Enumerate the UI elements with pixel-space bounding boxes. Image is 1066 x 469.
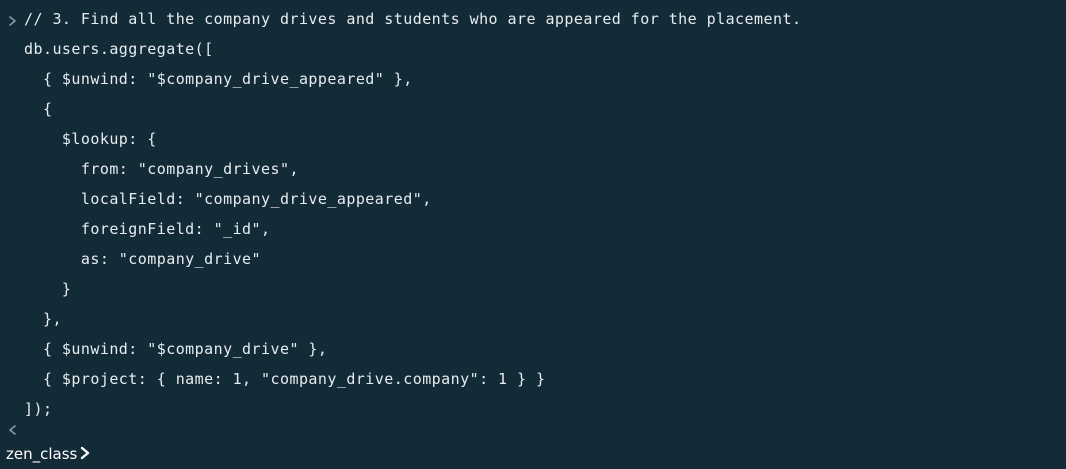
code-line: { $unwind: "$company_drive" }, — [24, 340, 328, 358]
code-line: { $project: { name: 1, "company_drive.co… — [24, 370, 546, 388]
code-line: as: "company_drive" — [24, 250, 262, 268]
code-line: $lookup: { — [24, 130, 157, 148]
chevron-right-icon — [9, 16, 16, 26]
code-line: }, — [24, 310, 62, 328]
code-comment: // 3. Find all the company drives and st… — [24, 10, 802, 28]
shell-prompt[interactable]: zen_class — [6, 441, 91, 467]
code-line: foreignField: "_id", — [24, 220, 271, 238]
code-line: localField: "company_drive_appeared", — [24, 190, 432, 208]
code-line: // 3. Find all the company drives and st… — [0, 6, 1066, 36]
chevron-left-icon — [9, 425, 16, 435]
code-line: } — [24, 280, 72, 298]
code-line: { — [24, 100, 53, 118]
input-code-block: // 3. Find all the company drives and st… — [0, 6, 1066, 426]
code-line: ]); — [24, 400, 53, 418]
code-line: { $unwind: "$company_drive_appeared" }, — [24, 70, 413, 88]
prompt-label: zen_class — [6, 445, 78, 463]
prompt-caret-icon — [81, 446, 90, 460]
mongosh-shell[interactable]: // 3. Find all the company drives and st… — [0, 0, 1066, 469]
code-line: db.users.aggregate([ — [24, 40, 214, 58]
code-line: from: "company_drives", — [24, 160, 299, 178]
